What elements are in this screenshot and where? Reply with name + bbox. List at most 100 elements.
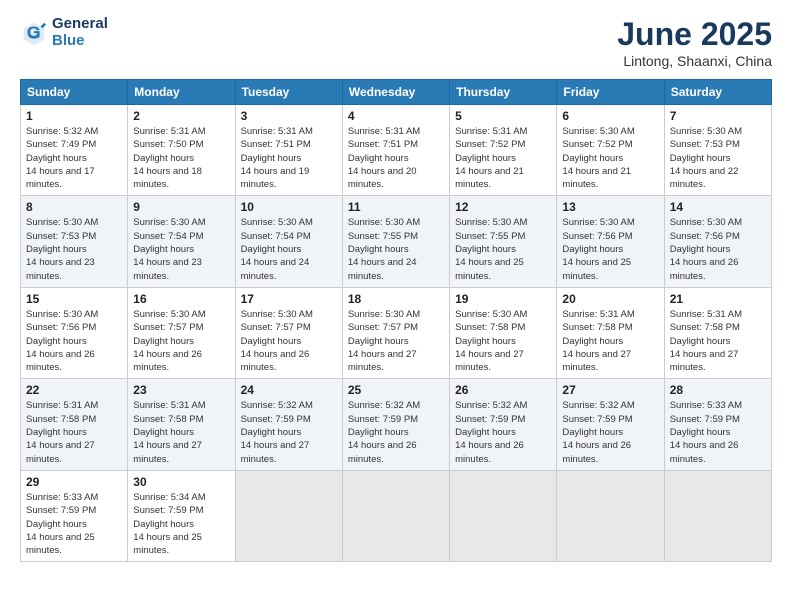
calendar-cell: 12Sunrise: 5:30 AMSunset: 7:55 PMDayligh… [450, 196, 557, 287]
day-info: Sunrise: 5:31 AMSunset: 7:58 PMDaylight … [133, 399, 229, 465]
day-info: Sunrise: 5:30 AMSunset: 7:57 PMDaylight … [348, 308, 444, 374]
header: General Blue June 2025 Lintong, Shaanxi,… [20, 16, 772, 69]
logo-icon [20, 19, 48, 47]
day-number: 7 [670, 109, 766, 123]
weekday-header: Tuesday [235, 80, 342, 105]
calendar-cell: 22 Sunrise: 5:31 AMSunset: 7:58 PMDayligh… [21, 379, 128, 470]
weekday-header: Saturday [664, 80, 771, 105]
day-info: Sunrise: 5:33 AMSunset: 7:59 PMDaylight … [670, 399, 766, 465]
day-number: 22 [26, 383, 122, 397]
day-number: 25 [348, 383, 444, 397]
day-number: 20 [562, 292, 658, 306]
day-info: Sunrise: 5:30 AMSunset: 7:55 PMDaylight … [455, 216, 551, 282]
month-title: June 2025 [617, 16, 772, 53]
day-number: 10 [241, 200, 337, 214]
calendar-week-row: 15 Sunrise: 5:30 AMSunset: 7:56 PMDayligh… [21, 287, 772, 378]
title-block: June 2025 Lintong, Shaanxi, China [617, 16, 772, 69]
day-info: Sunrise: 5:31 AMSunset: 7:58 PMDaylight … [562, 308, 658, 374]
day-info: Sunrise: 5:32 AMSunset: 7:59 PMDaylight … [241, 399, 337, 465]
calendar-cell [235, 470, 342, 561]
calendar-cell: 7 Sunrise: 5:30 AMSunset: 7:53 PMDaylight… [664, 105, 771, 196]
day-info: Sunrise: 5:31 AMSunset: 7:51 PMDaylight … [348, 125, 444, 191]
calendar: SundayMondayTuesdayWednesdayThursdayFrid… [20, 79, 772, 562]
calendar-cell: 18Sunrise: 5:30 AMSunset: 7:57 PMDayligh… [342, 287, 449, 378]
day-number: 5 [455, 109, 551, 123]
calendar-week-row: 1Sunrise: 5:32 AMSunset: 7:49 PMDaylight… [21, 105, 772, 196]
day-info: Sunrise: 5:30 AMSunset: 7:52 PMDaylight … [562, 125, 658, 191]
day-info: Sunrise: 5:30 AMSunset: 7:56 PMDaylight … [562, 216, 658, 282]
weekday-header: Thursday [450, 80, 557, 105]
calendar-cell: 30 Sunrise: 5:34 AMSunset: 7:59 PMDayligh… [128, 470, 235, 561]
logo-general: General [52, 16, 108, 33]
calendar-cell: 5 Sunrise: 5:31 AMSunset: 7:52 PMDaylight… [450, 105, 557, 196]
day-number: 26 [455, 383, 551, 397]
day-info: Sunrise: 5:31 AMSunset: 7:58 PMDaylight … [26, 399, 122, 465]
day-number: 23 [133, 383, 229, 397]
day-number: 30 [133, 475, 229, 489]
day-info: Sunrise: 5:32 AMSunset: 7:59 PMDaylight … [348, 399, 444, 465]
day-number: 17 [241, 292, 337, 306]
day-info: Sunrise: 5:31 AMSunset: 7:50 PMDaylight … [133, 125, 229, 191]
day-info: Sunrise: 5:31 AMSunset: 7:51 PMDaylight … [241, 125, 337, 191]
day-info: Sunrise: 5:31 AMSunset: 7:58 PMDaylight … [670, 308, 766, 374]
day-info: Sunrise: 5:32 AMSunset: 7:59 PMDaylight … [562, 399, 658, 465]
calendar-cell: 11Sunrise: 5:30 AMSunset: 7:55 PMDayligh… [342, 196, 449, 287]
calendar-cell: 17 Sunrise: 5:30 AMSunset: 7:57 PMDayligh… [235, 287, 342, 378]
day-number: 1 [26, 109, 122, 123]
calendar-cell: 28 Sunrise: 5:33 AMSunset: 7:59 PMDayligh… [664, 379, 771, 470]
day-info: Sunrise: 5:30 AMSunset: 7:54 PMDaylight … [241, 216, 337, 282]
day-number: 6 [562, 109, 658, 123]
logo-text: General Blue [52, 16, 108, 49]
calendar-cell: 1Sunrise: 5:32 AMSunset: 7:49 PMDaylight… [21, 105, 128, 196]
day-number: 28 [670, 383, 766, 397]
logo: General Blue [20, 16, 108, 49]
calendar-cell: 14 Sunrise: 5:30 AMSunset: 7:56 PMDayligh… [664, 196, 771, 287]
day-number: 15 [26, 292, 122, 306]
day-number: 2 [133, 109, 229, 123]
day-number: 9 [133, 200, 229, 214]
calendar-week-row: 29Sunrise: 5:33 AMSunset: 7:59 PMDayligh… [21, 470, 772, 561]
calendar-cell: 25 Sunrise: 5:32 AMSunset: 7:59 PMDayligh… [342, 379, 449, 470]
day-info: Sunrise: 5:30 AMSunset: 7:57 PMDaylight … [241, 308, 337, 374]
day-number: 8 [26, 200, 122, 214]
calendar-cell: 8Sunrise: 5:30 AMSunset: 7:53 PMDaylight… [21, 196, 128, 287]
calendar-cell [450, 470, 557, 561]
calendar-cell: 9 Sunrise: 5:30 AMSunset: 7:54 PMDaylight… [128, 196, 235, 287]
calendar-cell: 27 Sunrise: 5:32 AMSunset: 7:59 PMDayligh… [557, 379, 664, 470]
day-info: Sunrise: 5:30 AMSunset: 7:57 PMDaylight … [133, 308, 229, 374]
day-number: 19 [455, 292, 551, 306]
day-number: 29 [26, 475, 122, 489]
day-number: 4 [348, 109, 444, 123]
day-number: 21 [670, 292, 766, 306]
day-number: 11 [348, 200, 444, 214]
calendar-cell: 23 Sunrise: 5:31 AMSunset: 7:58 PMDayligh… [128, 379, 235, 470]
calendar-cell [664, 470, 771, 561]
day-number: 13 [562, 200, 658, 214]
day-info: Sunrise: 5:30 AMSunset: 7:56 PMDaylight … [26, 308, 122, 374]
day-info: Sunrise: 5:34 AMSunset: 7:59 PMDaylight … [133, 491, 229, 557]
calendar-cell: 15 Sunrise: 5:30 AMSunset: 7:56 PMDayligh… [21, 287, 128, 378]
weekday-header-row: SundayMondayTuesdayWednesdayThursdayFrid… [21, 80, 772, 105]
calendar-cell: 29Sunrise: 5:33 AMSunset: 7:59 PMDayligh… [21, 470, 128, 561]
page: General Blue June 2025 Lintong, Shaanxi,… [0, 0, 792, 612]
calendar-cell [557, 470, 664, 561]
calendar-cell: 26 Sunrise: 5:32 AMSunset: 7:59 PMDayligh… [450, 379, 557, 470]
calendar-cell: 6 Sunrise: 5:30 AMSunset: 7:52 PMDaylight… [557, 105, 664, 196]
calendar-cell: 24 Sunrise: 5:32 AMSunset: 7:59 PMDayligh… [235, 379, 342, 470]
weekday-header: Wednesday [342, 80, 449, 105]
day-info: Sunrise: 5:30 AMSunset: 7:56 PMDaylight … [670, 216, 766, 282]
day-number: 14 [670, 200, 766, 214]
calendar-week-row: 22 Sunrise: 5:31 AMSunset: 7:58 PMDayligh… [21, 379, 772, 470]
calendar-cell: 10 Sunrise: 5:30 AMSunset: 7:54 PMDayligh… [235, 196, 342, 287]
calendar-cell: 3Sunrise: 5:31 AMSunset: 7:51 PMDaylight… [235, 105, 342, 196]
day-info: Sunrise: 5:30 AMSunset: 7:53 PMDaylight … [670, 125, 766, 191]
location: Lintong, Shaanxi, China [617, 53, 772, 69]
calendar-cell: 19Sunrise: 5:30 AMSunset: 7:58 PMDayligh… [450, 287, 557, 378]
day-number: 24 [241, 383, 337, 397]
day-info: Sunrise: 5:32 AMSunset: 7:59 PMDaylight … [455, 399, 551, 465]
day-number: 27 [562, 383, 658, 397]
calendar-cell: 2 Sunrise: 5:31 AMSunset: 7:50 PMDaylight… [128, 105, 235, 196]
day-info: Sunrise: 5:31 AMSunset: 7:52 PMDaylight … [455, 125, 551, 191]
calendar-cell: 4 Sunrise: 5:31 AMSunset: 7:51 PMDaylight… [342, 105, 449, 196]
day-info: Sunrise: 5:30 AMSunset: 7:54 PMDaylight … [133, 216, 229, 282]
